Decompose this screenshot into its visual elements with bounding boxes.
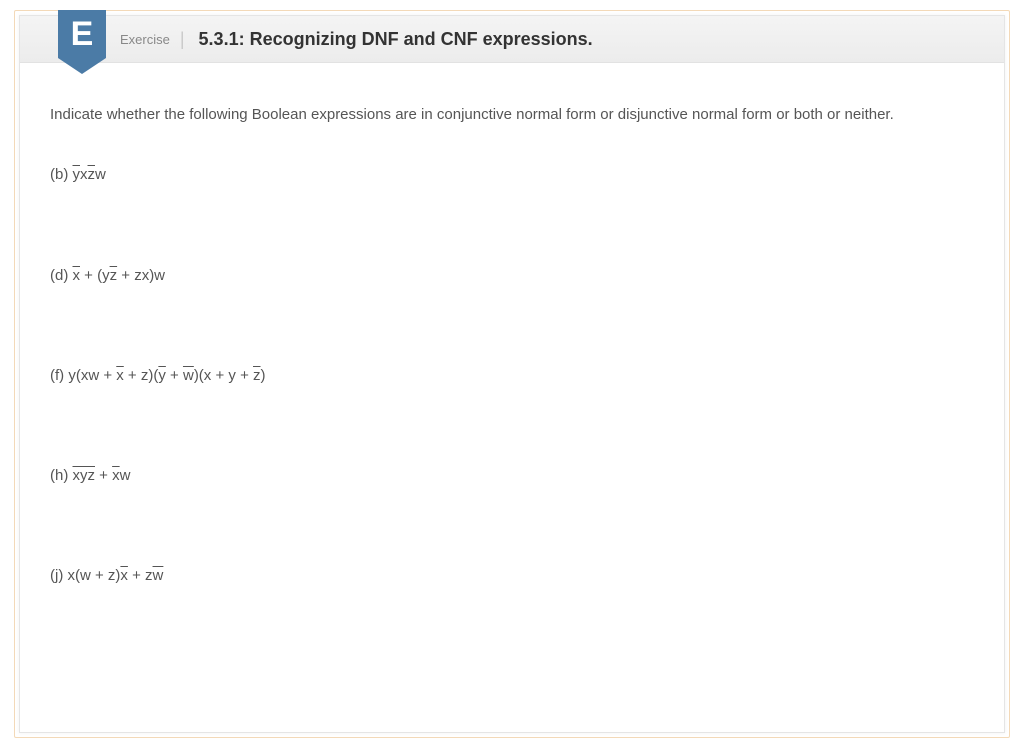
question-label: (d) — [50, 267, 73, 284]
expr-part: + zx)w — [117, 267, 165, 284]
expr-part: ) — [261, 367, 266, 384]
expr-part: z — [253, 367, 261, 384]
expr-part: x — [80, 166, 88, 183]
expr-part: + z)( — [124, 367, 159, 384]
question-label: (b) — [50, 166, 73, 183]
question-label: (h) — [50, 467, 73, 484]
exercise-title: 5.3.1: Recognizing DNF and CNF expressio… — [199, 29, 593, 50]
expr-part: x — [112, 467, 120, 484]
exercise-badge: E — [58, 10, 106, 78]
question-d: (d) x + (yz + zx)w — [50, 266, 974, 286]
expr-part: + — [95, 467, 112, 484]
badge-shape: E — [58, 10, 106, 58]
expr-part: + (y — [80, 267, 110, 284]
badge-letter: E — [71, 17, 94, 51]
expr-part: x(w + z) — [68, 567, 121, 584]
expr-part: z — [88, 166, 96, 183]
exercise-content: Indicate whether the following Boolean e… — [20, 63, 1004, 607]
question-j: (j) x(w + z)x + zw — [50, 566, 974, 586]
expr-part: + z — [128, 567, 153, 584]
header-bar: Exercise | 5.3.1: Recognizing DNF and CN… — [20, 16, 1004, 63]
expr-part: w — [153, 567, 164, 584]
expr-part: y(xw + — [68, 367, 116, 384]
expr-part: xyz — [73, 467, 96, 484]
expr-part: + — [166, 367, 183, 384]
exercise-card: E Exercise | 5.3.1: Recognizing DNF and … — [19, 15, 1005, 733]
expr-part: x — [120, 567, 128, 584]
exercise-label: Exercise — [120, 32, 170, 47]
expr-part: y — [73, 166, 81, 183]
question-label: (f) — [50, 367, 68, 384]
expr-part: y — [158, 367, 166, 384]
expr-part: x — [73, 267, 81, 284]
question-label: (j) — [50, 567, 68, 584]
expr-part: w — [95, 166, 106, 183]
badge-tail-icon — [58, 58, 106, 74]
expr-part: )(x + y + — [194, 367, 253, 384]
outer-frame: E Exercise | 5.3.1: Recognizing DNF and … — [14, 10, 1010, 738]
expr-part: x — [116, 367, 124, 384]
instructions-text: Indicate whether the following Boolean e… — [50, 105, 950, 125]
expr-part: w — [183, 367, 194, 384]
page: E Exercise | 5.3.1: Recognizing DNF and … — [0, 0, 1024, 751]
header-divider: | — [180, 30, 185, 48]
question-h: (h) xyz + xw — [50, 466, 974, 486]
expr-part: z — [110, 267, 118, 284]
question-f: (f) y(xw + x + z)(y + w)(x + y + z) — [50, 366, 974, 386]
expr-part: w — [120, 467, 131, 484]
question-b: (b) yxzw — [50, 165, 974, 185]
